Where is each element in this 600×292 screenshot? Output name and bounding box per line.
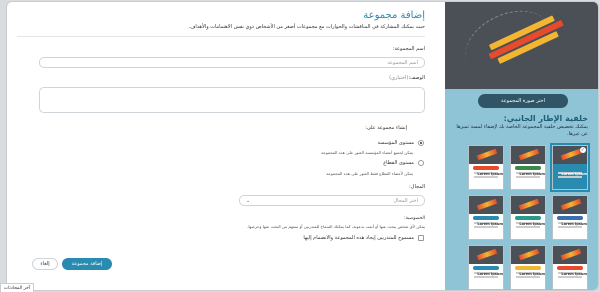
allow-trainees-label: مسموح للمتدربين إيجاد هذه المجموعة والان… <box>303 235 414 241</box>
card-line <box>558 176 582 178</box>
card-label: Lorem Ipsum <box>561 272 587 276</box>
card-band <box>515 216 541 220</box>
card-image <box>511 246 545 264</box>
background-option-card[interactable]: Lorem Ipsum ✓ <box>550 143 590 192</box>
chevron-down-icon: ⌄ <box>246 197 251 204</box>
background-option-card[interactable]: Lorem Ipsum <box>468 195 504 240</box>
sector-level-radio[interactable] <box>418 160 424 166</box>
add-group-dialog: اختر صورة المجموعة خلفية الإطار الجانبي:… <box>6 1 599 291</box>
card-image <box>469 196 503 214</box>
card-image <box>511 146 545 164</box>
field-select[interactable]: اختر المجال ⌄ <box>239 195 425 206</box>
background-panel: اختر صورة المجموعة خلفية الإطار الجانبي:… <box>445 2 598 290</box>
description-label-text: الوصف: <box>408 75 425 81</box>
card-label: Lorem Ipsum <box>519 172 545 176</box>
org-level-hint: يمكن لجميع أعضاء المؤسسة العثور على هذه … <box>321 150 413 155</box>
allow-trainees-checkbox[interactable] <box>418 235 424 241</box>
dialog-subtitle: حيث يمكنك المشاركة في المناقشات والحوارا… <box>188 24 425 30</box>
field-label: المجال: <box>409 184 425 190</box>
background-option-card[interactable]: Lorem Ipsum <box>552 245 588 290</box>
card-line <box>558 226 582 228</box>
cancel-button[interactable]: إلغاء <box>32 258 58 270</box>
card-image <box>553 196 587 214</box>
background-option-card[interactable]: Lorem Ipsum <box>510 245 546 290</box>
field-select-value: اختر المجال <box>393 197 418 204</box>
card-line <box>516 176 540 178</box>
card-image <box>511 196 545 214</box>
description-label: الوصف:(اختياري) <box>389 75 425 81</box>
card-line <box>558 276 582 278</box>
card-band <box>473 266 499 270</box>
card-label: Lorem Ipsum <box>519 222 545 226</box>
background-options-grid: Lorem Ipsum ✓ Lorem Ipsum Lorem Ipsum Lorem … <box>468 143 590 290</box>
background-option-card[interactable]: Lorem Ipsum <box>468 245 504 290</box>
privacy-label: الخصوصية: <box>404 216 425 221</box>
card-label: Lorem Ipsum <box>477 172 503 176</box>
optional-text: (اختياري) <box>389 75 409 81</box>
check-icon: ✓ <box>580 147 586 153</box>
card-image <box>469 146 503 164</box>
background-option-card[interactable]: Lorem Ipsum <box>510 145 546 190</box>
card-line <box>474 226 498 228</box>
group-name-input[interactable]: اسم المجموعة <box>39 57 425 68</box>
privacy-hint: يمكن لأي شخص يبحث عنها أو أتمت بدعوته، ك… <box>247 224 425 229</box>
card-line <box>516 226 540 228</box>
group-name-placeholder: اسم المجموعة <box>387 59 418 66</box>
card-label: Lorem Ipsum <box>477 222 503 226</box>
org-level-label: مستوى المؤسسة <box>377 140 414 146</box>
card-band <box>473 166 499 170</box>
card-label: Lorem Ipsum <box>561 222 587 226</box>
group-form: إضافة مجموعة حيث يمكنك المشاركة في المنا… <box>7 2 447 290</box>
card-band <box>557 166 583 170</box>
card-band <box>557 266 583 270</box>
background-option-card[interactable]: Lorem Ipsum <box>552 195 588 240</box>
create-on-label: إنشاء مجموعة على: <box>365 125 407 131</box>
card-label: Lorem Ipsum <box>561 172 587 176</box>
card-band <box>557 216 583 220</box>
add-group-button[interactable]: إضافة مجموعة <box>62 258 112 270</box>
card-band <box>515 166 541 170</box>
sidebar-background-desc: يمكنك تخصيص خلفية المجموعة الخاصة بك لإض… <box>456 124 588 137</box>
card-image <box>553 246 587 264</box>
card-line <box>474 176 498 178</box>
group-cover-image <box>445 2 598 89</box>
sector-level-hint: يمكن لأعضاء القطاع فقط العثور على هذه ال… <box>326 171 413 176</box>
card-label: Lorem Ipsum <box>519 272 545 276</box>
sector-level-label: مستوى القطاع <box>383 160 414 166</box>
card-line <box>516 276 540 278</box>
card-label: Lorem Ipsum <box>477 272 503 276</box>
background-option-card[interactable]: Lorem Ipsum <box>468 145 504 190</box>
card-image <box>469 246 503 264</box>
choose-group-image-button[interactable]: اختر صورة المجموعة <box>478 94 568 108</box>
dialog-title: إضافة مجموعة <box>363 10 425 21</box>
group-name-label: اسم المجموعة: <box>392 46 425 52</box>
sidebar-background-title: خلفية الإطار الجانبي: <box>503 114 588 123</box>
background-option-card[interactable]: Lorem Ipsum <box>510 195 546 240</box>
card-band <box>473 216 499 220</box>
card-band <box>515 266 541 270</box>
card-line <box>474 276 498 278</box>
description-textarea[interactable] <box>39 87 425 113</box>
org-level-radio[interactable] <box>418 140 424 146</box>
recent-chats-tab[interactable]: آخر المحادثات <box>0 283 34 292</box>
divider <box>17 36 425 37</box>
